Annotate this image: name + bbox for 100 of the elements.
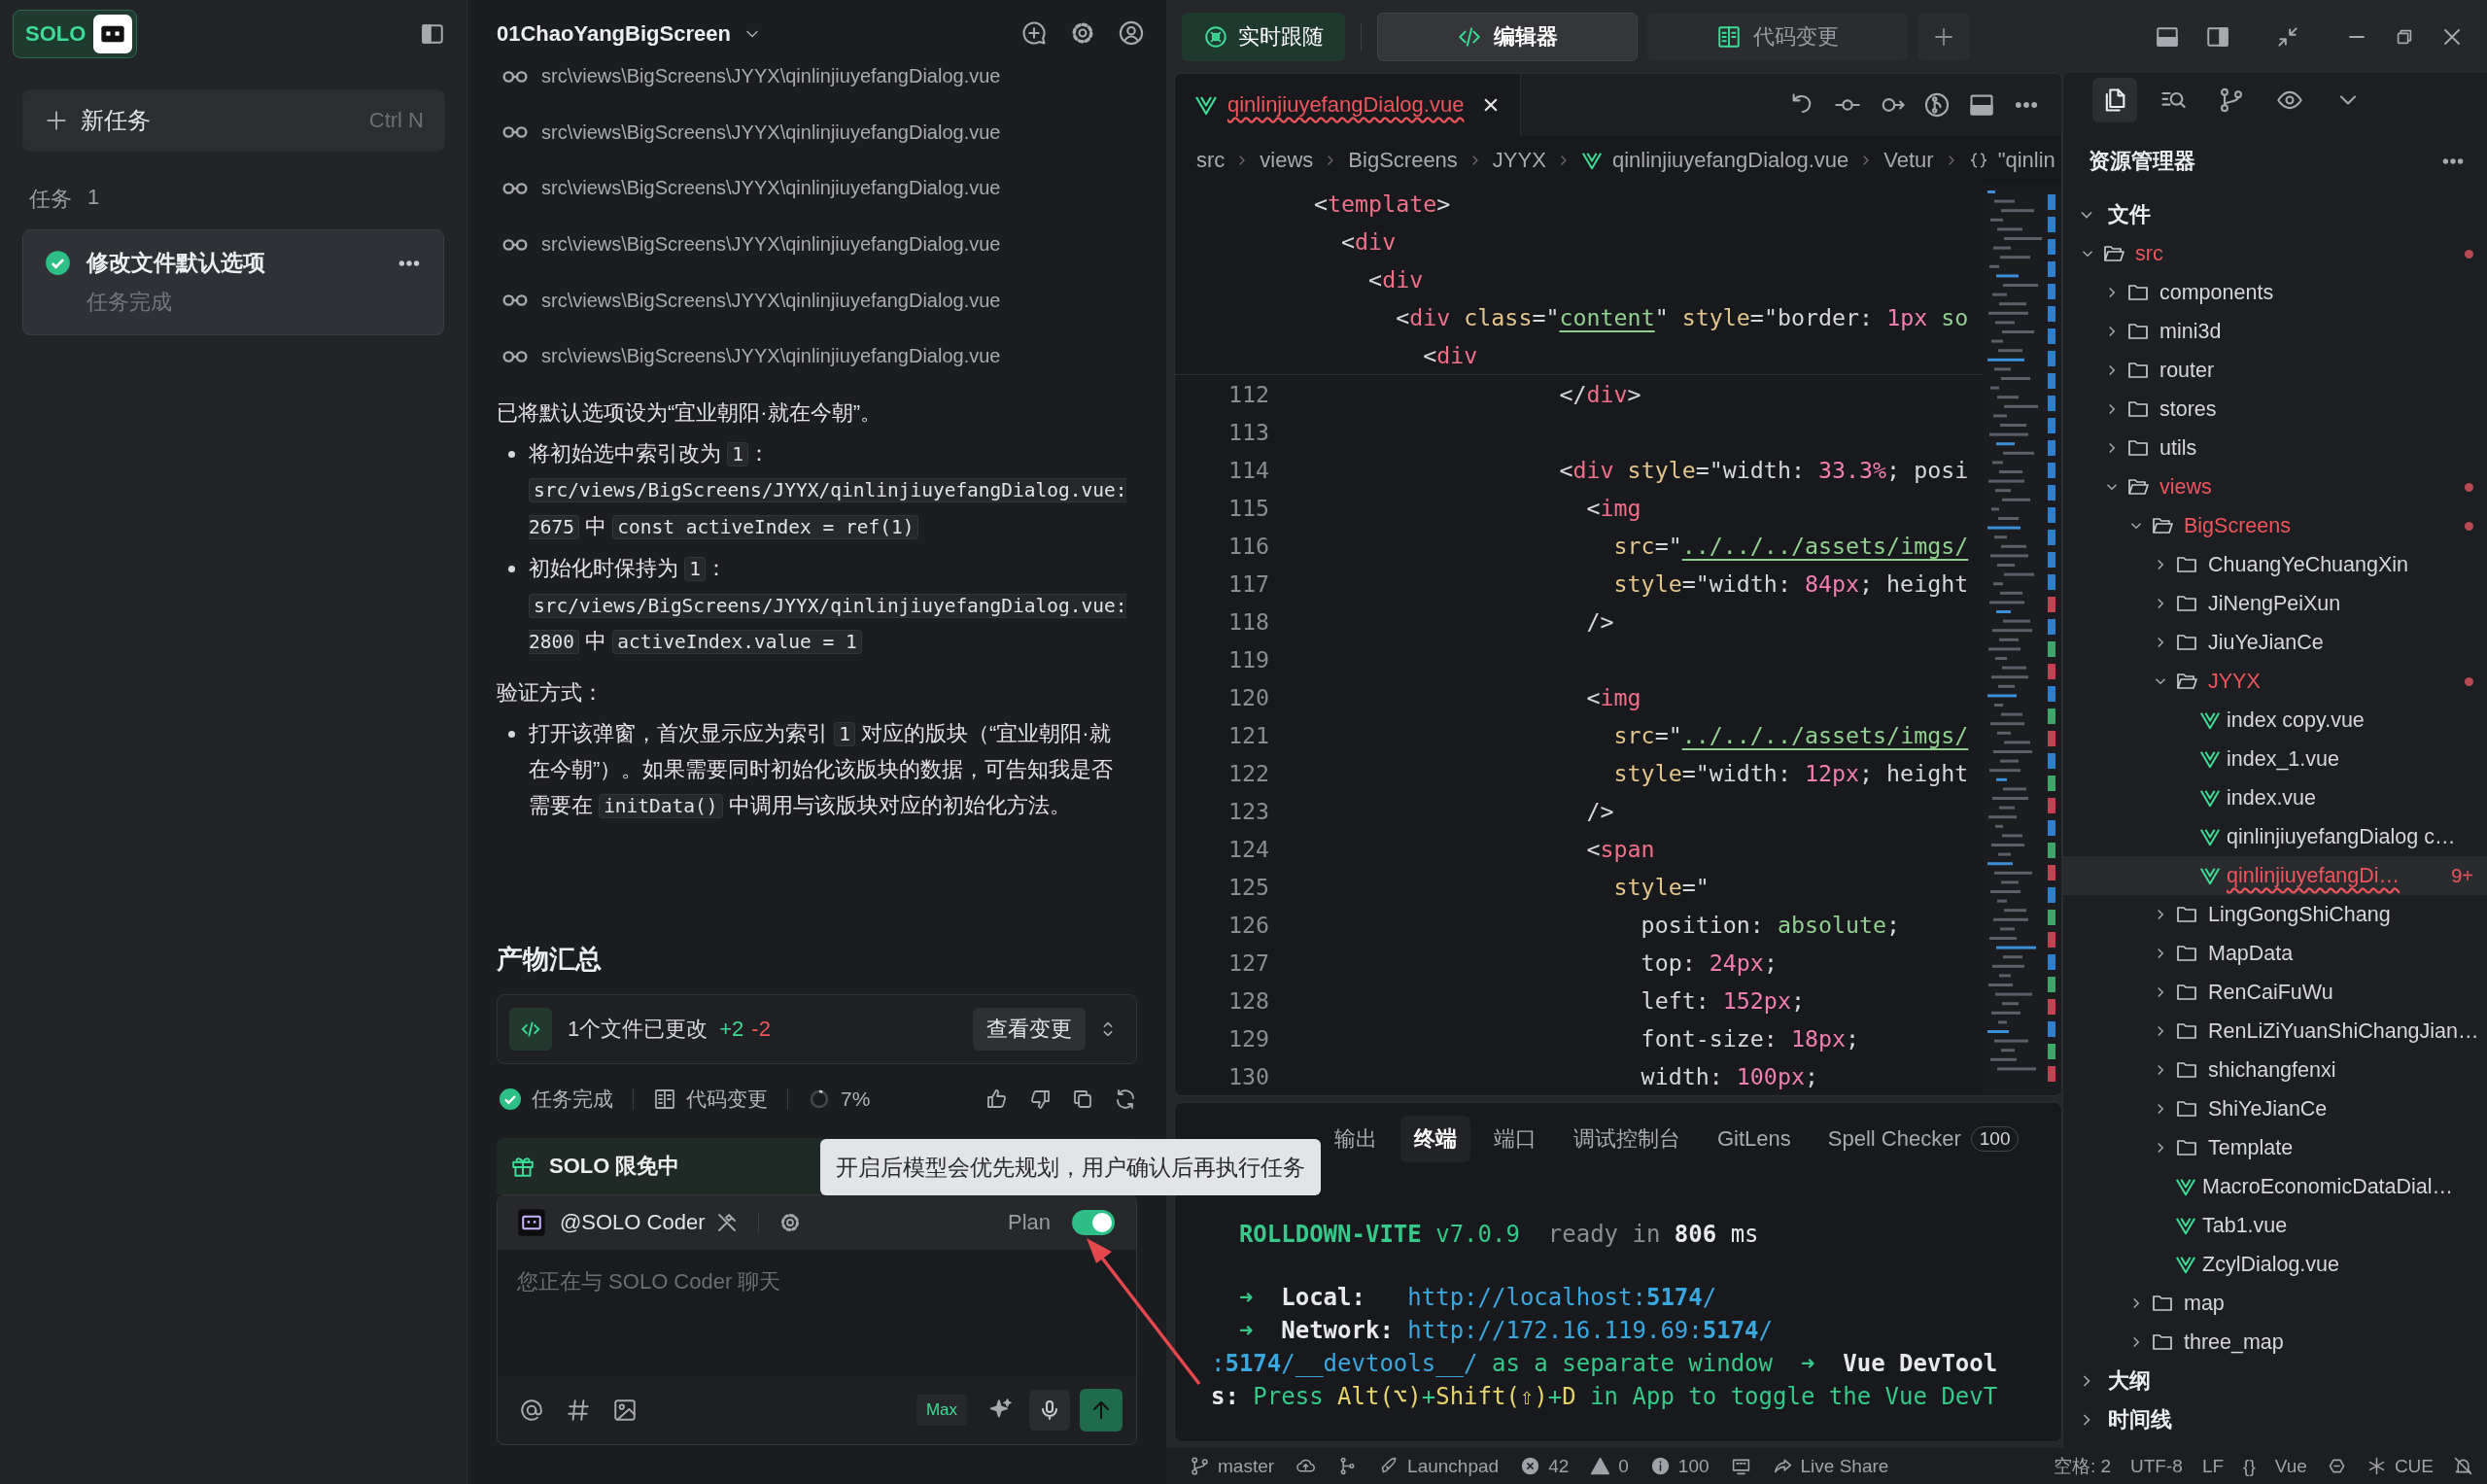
git-graph-icon[interactable] [1923, 91, 1951, 119]
code-line: <div style="width: 33.3%; posi [1558, 457, 1969, 483]
agent-name[interactable]: @SOLO Coder [560, 1210, 706, 1235]
tree-item[interactable]: JiNengPeiXun [2063, 584, 2487, 623]
status-item[interactable]: 0 [1590, 1455, 1629, 1477]
image-icon[interactable] [612, 1398, 638, 1423]
status-item[interactable]: 42 [1520, 1455, 1570, 1477]
sidebar-toggle-icon[interactable] [420, 21, 445, 47]
files-tab[interactable] [2092, 78, 2137, 122]
line-number: 127 [1227, 949, 1269, 976]
tree-item[interactable]: qinlinjiuyefangDialog c… [2063, 817, 2487, 856]
tree-item[interactable]: LingGongShiChang [2063, 895, 2487, 934]
file-path[interactable]: src\views\BigScreens\JYYX\qinlinjiuyefangDialog.vue [541, 233, 1001, 257]
tree-item[interactable]: src [2063, 234, 2487, 273]
tree-item[interactable]: MapData [2063, 934, 2487, 973]
panel-tab[interactable]: Spell Checker 100 [1813, 1116, 2033, 1162]
tree-item[interactable]: ShiYeJianCe [2063, 1089, 2487, 1128]
plan-toggle[interactable] [1072, 1210, 1115, 1235]
tree-item[interactable]: MacroEconomicDataDial… [2063, 1167, 2487, 1206]
code-changes-link[interactable]: 代码变更 [686, 1086, 768, 1113]
task-card[interactable]: 修改文件默认选项 任务完成 [22, 229, 444, 335]
section-header[interactable]: 时间线 [2063, 1400, 2487, 1439]
tree-item[interactable]: Tab1.vue [2063, 1206, 2487, 1245]
file-path[interactable]: src\views\BigScreens\JYYX\qinlinjiuyefangDialog.vue [541, 289, 1001, 312]
tree-item[interactable]: utils [2063, 429, 2487, 467]
status-item[interactable]: 100 [1649, 1455, 1710, 1477]
view-tab[interactable]: 编辑器 [1377, 12, 1638, 61]
panel-tab[interactable]: 调试控制台 [1560, 1116, 1694, 1162]
status-item[interactable]: Launchpad [1379, 1455, 1500, 1477]
file-tab[interactable]: qinlinjiuyefangDialog.vue [1175, 74, 1522, 136]
panel-tab[interactable]: 端口 [1480, 1116, 1550, 1162]
breadcrumb-item[interactable]: "qinlin [1997, 148, 2055, 173]
file-path[interactable]: src\views\BigScreens\JYYX\qinlinjiuyefangDialog.vue [541, 65, 1001, 88]
tree-item[interactable]: RenCaiFuWu [2063, 973, 2487, 1012]
tree-item[interactable]: index_1.vue [2063, 740, 2487, 778]
new-chat-icon[interactable] [1020, 19, 1048, 47]
thumbs-up-icon[interactable] [985, 1087, 1009, 1111]
breadcrumb-item[interactable]: BigScreens [1348, 148, 1458, 173]
panel-tab[interactable]: GitLens [1704, 1116, 1805, 1162]
breadcrumb-item[interactable]: qinlinjiuyefangDialog.vue [1611, 148, 1849, 173]
code-line: </div> [1558, 381, 1641, 407]
tree-item[interactable]: JiuYeJianCe [2063, 623, 2487, 662]
breadcrumb-item[interactable]: views [1260, 148, 1314, 173]
status-item[interactable]: LF [2201, 1453, 2225, 1479]
v-icon [2175, 1176, 2196, 1197]
section-header[interactable]: 文件 [2063, 195, 2487, 234]
status-item[interactable]: 空格: 2 [2053, 1453, 2112, 1479]
view-tab[interactable]: 代码变更 [1647, 12, 1908, 61]
refresh-icon[interactable] [1114, 1087, 1137, 1111]
tree-item[interactable]: JYYX [2063, 662, 2487, 701]
breadcrumb-item[interactable]: Vetur [1883, 148, 1934, 173]
project-selector[interactable]: 01ChaoYangBigScreen [497, 17, 762, 51]
tree-item[interactable]: views [2063, 467, 2487, 506]
tree-item[interactable]: map [2063, 1284, 2487, 1323]
tree-item[interactable]: index copy.vue [2063, 701, 2487, 740]
add-tab-button[interactable] [1917, 12, 1970, 61]
status-item[interactable]: Live Share [1772, 1455, 1889, 1477]
section-header[interactable]: 大纲 [2063, 1362, 2487, 1400]
task-status: 任务完成 [86, 289, 173, 316]
tree-item[interactable]: index.vue [2063, 778, 2487, 817]
tree-item[interactable]: ChuangYeChuangXin [2063, 545, 2487, 584]
status-item[interactable]: Vue [2274, 1453, 2307, 1479]
tree-item[interactable]: BigScreens [2063, 506, 2487, 545]
microphone-button[interactable] [1029, 1390, 1070, 1431]
file-path[interactable]: src\views\BigScreens\JYYX\qinlinjiuyefangDialog.vue [541, 345, 1001, 368]
status-item[interactable]: master [1190, 1455, 1275, 1477]
hash-icon[interactable] [566, 1398, 591, 1423]
file-path[interactable]: src\views\BigScreens\JYYX\qinlinjiuyefangDialog.vue [541, 121, 1001, 144]
tree-item[interactable]: qinlinjiuyefangDi… 9+ [2063, 856, 2487, 895]
send-button[interactable] [1080, 1389, 1123, 1432]
account-icon[interactable] [1118, 19, 1145, 47]
panel-tab[interactable]: 终端 [1400, 1116, 1470, 1162]
thumbs-down-icon[interactable] [1028, 1087, 1052, 1111]
status-item[interactable]: CUE [2366, 1453, 2434, 1479]
mention-icon[interactable] [519, 1398, 544, 1423]
breadcrumb-item[interactable]: src [1196, 148, 1226, 173]
tree-item[interactable]: mini3d [2063, 312, 2487, 351]
tree-item[interactable]: router [2063, 351, 2487, 390]
message-input[interactable]: 您正在与 SOLO Coder 聊天 [498, 1250, 1136, 1376]
mode-badge[interactable]: Max [915, 1395, 967, 1426]
code-line: left: 152px; [1640, 987, 1805, 1014]
tree-item[interactable]: shichangfenxi [2063, 1051, 2487, 1089]
braces-icon [1968, 151, 1988, 170]
status-item[interactable]: {} [2243, 1453, 2256, 1479]
tree-item[interactable]: RenLiZiYuanShiChangJian… [2063, 1012, 2487, 1051]
status-item[interactable]: UTF-8 [2130, 1453, 2183, 1479]
view-changes-button[interactable]: 查看变更 [973, 1008, 1086, 1051]
tree-item[interactable]: ZcylDialog.vue [2063, 1245, 2487, 1284]
panel-tab[interactable]: 输出 [1321, 1116, 1391, 1162]
tree-item[interactable]: Template [2063, 1128, 2487, 1167]
breadcrumb-item[interactable]: JYYX [1492, 148, 1546, 173]
follow-button[interactable]: 实时跟随 [1182, 12, 1345, 61]
file-path[interactable]: src\views\BigScreens\JYYX\qinlinjiuyefangDialog.vue [541, 177, 1001, 200]
new-task-button[interactable]: 新任务 Ctrl N [22, 89, 445, 152]
tree-item[interactable]: stores [2063, 390, 2487, 429]
modified-dot [2465, 482, 2473, 492]
tree-item[interactable]: components [2063, 273, 2487, 312]
copy-icon[interactable] [1071, 1087, 1094, 1111]
code-line: <img [1585, 495, 1641, 521]
tree-item[interactable]: three_map [2063, 1323, 2487, 1362]
